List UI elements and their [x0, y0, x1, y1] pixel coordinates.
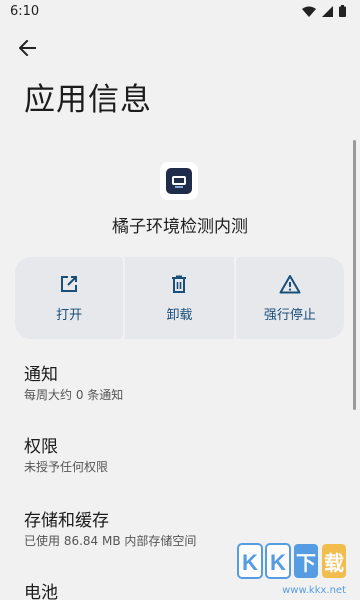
svg-text:K: K [242, 550, 258, 575]
uninstall-label: 卸载 [166, 307, 193, 323]
status-bar: 6:10 [0, 0, 360, 24]
watermark-logo: K K 下 载 www.kkx.net [236, 540, 354, 596]
scrollbar[interactable] [353, 140, 356, 410]
signal-icon [322, 5, 333, 17]
open-label: 打开 [56, 307, 83, 323]
setting-title: 通知 [24, 365, 58, 385]
arrow-back-icon [18, 39, 37, 60]
svg-text:下: 下 [296, 553, 316, 575]
status-icons [302, 5, 346, 17]
back-button[interactable] [14, 36, 42, 64]
open-button[interactable]: 打开 [15, 257, 124, 339]
app-info-screen: 6:10 应用信息 橘子环境检测内测 打开 卸载 强行停止 通知 每周大约 0 … [0, 0, 360, 600]
setting-permissions[interactable]: 权限 未授予任何权限 [24, 436, 334, 476]
uninstall-button[interactable]: 卸载 [125, 257, 234, 339]
status-time: 6:10 [10, 4, 40, 19]
force-stop-button[interactable]: 强行停止 [235, 257, 344, 339]
setting-title: 存储和缓存 [24, 511, 109, 531]
battery-icon [339, 5, 346, 17]
svg-text:K: K [270, 550, 286, 575]
wifi-icon [302, 6, 316, 17]
warning-icon [279, 274, 301, 298]
page-title: 应用信息 [24, 82, 152, 118]
app-icon [160, 162, 198, 200]
setting-subtitle: 未授予任何权限 [24, 460, 109, 474]
setting-notifications[interactable]: 通知 每周大约 0 条通知 [24, 364, 334, 404]
setting-title: 权限 [24, 437, 58, 457]
setting-subtitle: 每周大约 0 条通知 [24, 388, 124, 402]
trash-icon [169, 274, 189, 298]
action-row: 打开 卸载 强行停止 [15, 257, 344, 339]
open-external-icon [59, 274, 79, 298]
app-name: 橘子环境检测内测 [112, 217, 248, 237]
svg-text:载: 载 [324, 551, 344, 575]
watermark-site: www.kkx.net [282, 585, 346, 596]
force-stop-label: 强行停止 [263, 307, 316, 323]
